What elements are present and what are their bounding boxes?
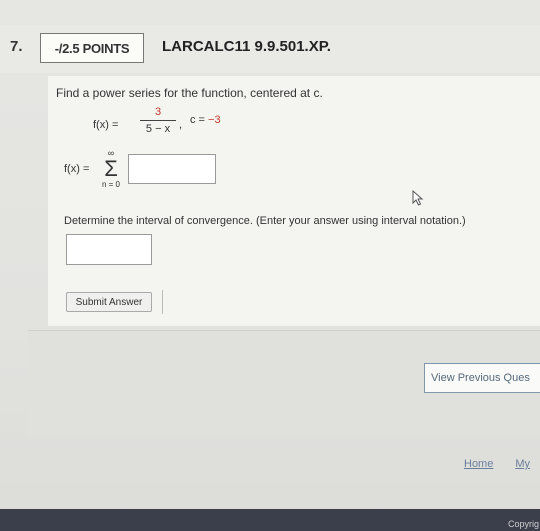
- interval-answer-input[interactable]: [66, 234, 152, 265]
- question-body: [48, 76, 540, 326]
- center-value: c = −3: [190, 114, 221, 126]
- sigma-symbol: Σ: [104, 156, 118, 181]
- fraction: 3 5 − x: [140, 105, 176, 136]
- fraction-bar: [140, 120, 176, 121]
- mouse-pointer-icon: [412, 190, 424, 206]
- submit-answer-button[interactable]: Submit Answer: [66, 292, 152, 312]
- footer-link-my[interactable]: My: [515, 458, 530, 470]
- assignment-id: LARCALC11 9.9.501.XP.: [162, 38, 331, 55]
- footer-links: Home My: [464, 458, 540, 470]
- button-divider: [162, 290, 163, 314]
- function-label: f(x) =: [93, 119, 119, 131]
- center-label: c =: [190, 114, 209, 126]
- copyright-text: Copyrig: [508, 519, 540, 529]
- question-prompt: Find a power series for the function, ce…: [56, 86, 323, 100]
- sum-lower-limit: n = 0: [101, 180, 120, 189]
- bottom-bar: [0, 509, 540, 531]
- interval-instruction: Determine the interval of convergence. (…: [64, 215, 466, 227]
- footer-link-home[interactable]: Home: [464, 458, 493, 470]
- question-number: 7.: [10, 38, 23, 55]
- comma-separator: ,: [179, 119, 183, 131]
- fraction-denominator: 5 − x: [145, 123, 171, 135]
- series-answer-input[interactable]: [128, 154, 216, 184]
- summation: ∞ Σ n = 0: [98, 148, 124, 190]
- fraction-numerator: 3: [154, 106, 162, 118]
- center-number: −3: [208, 114, 221, 126]
- series-function-label: f(x) =: [64, 163, 90, 175]
- view-previous-question-button[interactable]: View Previous Ques: [424, 363, 540, 393]
- points-badge: -/2.5 POINTS: [40, 33, 144, 63]
